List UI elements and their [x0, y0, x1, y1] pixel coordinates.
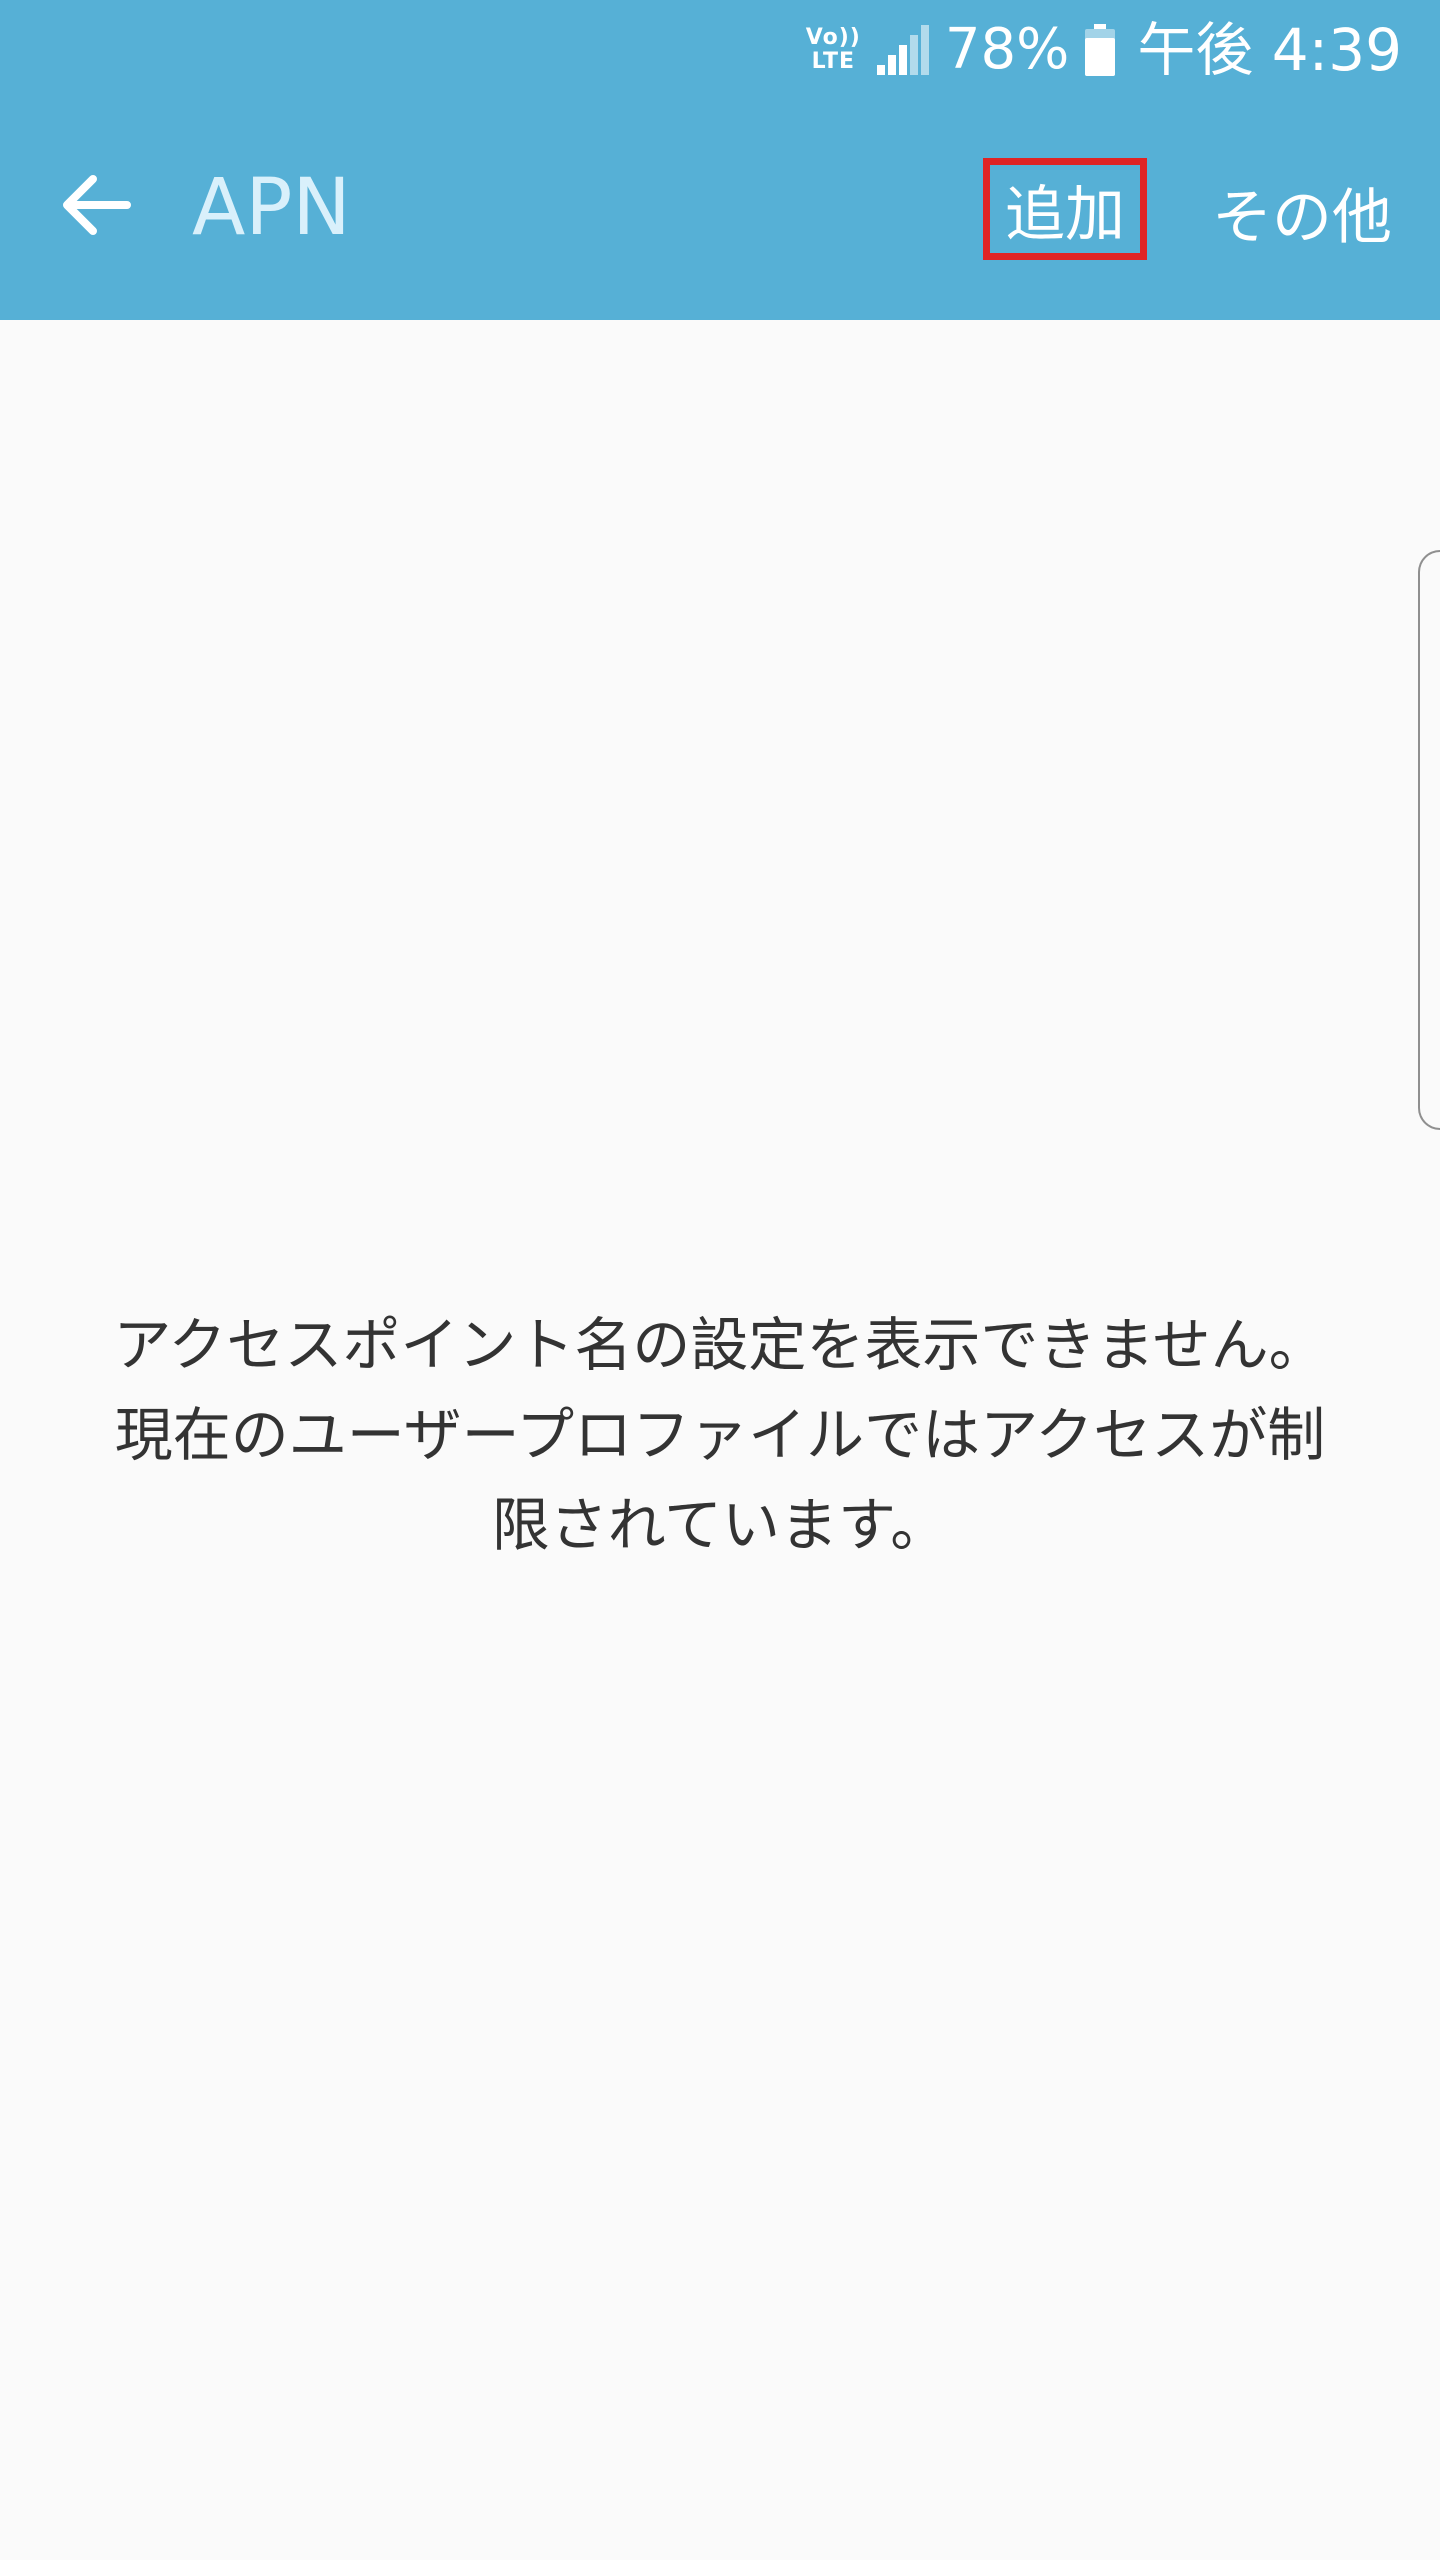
volte-bottom-label: LTE — [811, 49, 856, 74]
volte-top-label: Vo)) — [805, 25, 861, 50]
back-button[interactable] — [40, 150, 150, 260]
restriction-message: アクセスポイント名の設定を表示できません。 現在のユーザープロファイルではアクセ… — [50, 1300, 1390, 1570]
signal-icon — [876, 25, 929, 75]
message-line: 現在のユーザープロファイルではアクセスが制 — [114, 1401, 1326, 1469]
arrow-left-icon — [63, 175, 131, 235]
status-time: 午後 4:39 — [1137, 16, 1402, 84]
volte-icon: Vo)) LTE — [806, 27, 861, 73]
message-line: 限されています。 — [491, 1491, 949, 1559]
battery-percent: 78% — [944, 17, 1070, 82]
add-button[interactable]: 追加 — [983, 158, 1147, 260]
app-header: Vo)) LTE 78% 午後 4:39 APN 追加 その他 — [0, 0, 1440, 320]
status-indicators: Vo)) LTE 78% 午後 4:39 — [806, 14, 1402, 86]
page-title: APN — [192, 163, 351, 253]
more-button[interactable]: その他 — [1212, 166, 1392, 258]
toolbar: APN 追加 その他 — [0, 100, 1440, 320]
edge-panel-handle[interactable] — [1418, 550, 1440, 1130]
battery-icon — [1085, 24, 1116, 76]
status-bar: Vo)) LTE 78% 午後 4:39 — [0, 0, 1440, 100]
message-line: アクセスポイント名の設定を表示できません。 — [113, 1311, 1327, 1379]
